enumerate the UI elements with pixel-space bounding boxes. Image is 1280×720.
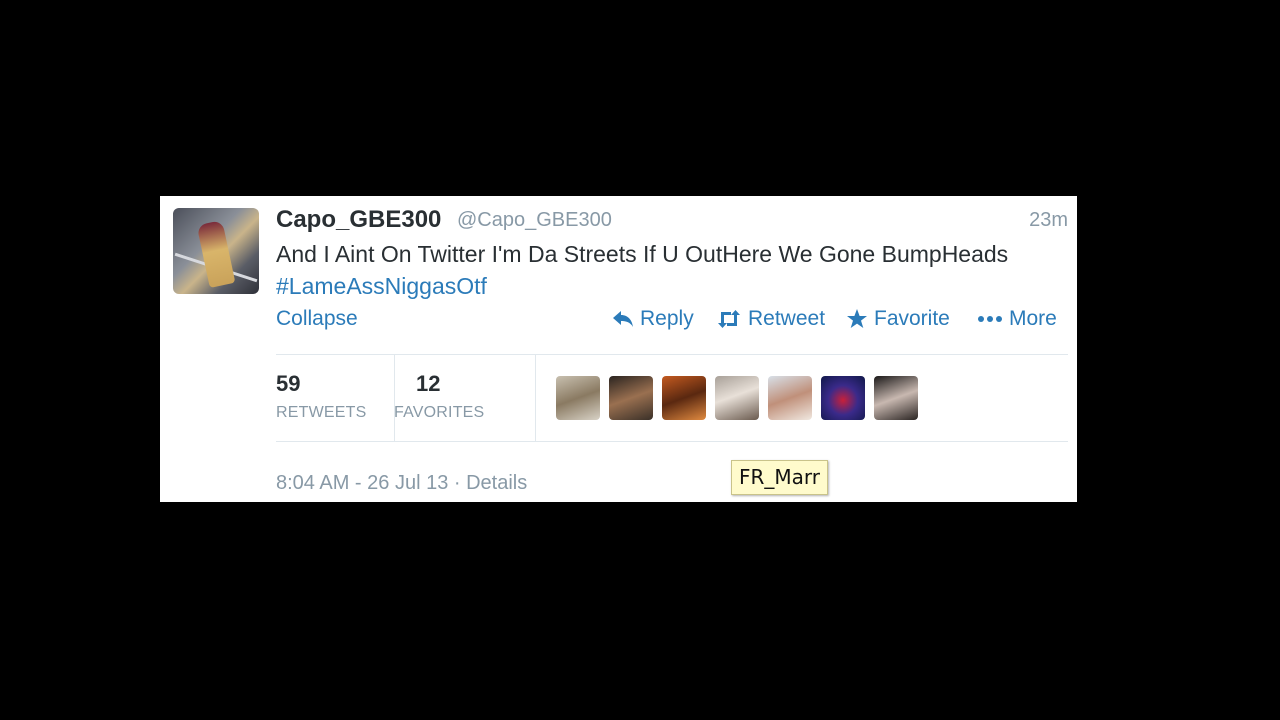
ellipsis-icon — [978, 316, 1002, 322]
favoriter-avatar[interactable] — [662, 376, 706, 420]
reply-arrow-icon — [613, 311, 633, 327]
favoriter-avatar[interactable] — [768, 376, 812, 420]
favorite-label: Favorite — [874, 307, 950, 330]
retweet-icon — [718, 310, 740, 328]
avatar-photo-figure — [196, 219, 236, 289]
more-label: More — [1009, 307, 1057, 330]
reply-label: Reply — [640, 307, 694, 330]
favoriter-avatar[interactable] — [715, 376, 759, 420]
favorite-button[interactable]: Favorite — [846, 307, 950, 331]
favoriter-avatar[interactable] — [874, 376, 918, 420]
display-name[interactable]: Capo_GBE300 — [276, 206, 441, 234]
tweet-text-body: And I Aint On Twitter I'm Da Streets If … — [276, 241, 1009, 267]
star-icon — [847, 309, 867, 328]
tweet-date-details[interactable]: 8:04 AM - 26 Jul 13 · Details — [276, 472, 527, 495]
favorites-count: 12 — [416, 371, 441, 396]
tweet-header: Capo_GBE300 @Capo_GBE300 23m — [276, 206, 1068, 236]
favoriter-avatar[interactable] — [556, 376, 600, 420]
retweets-label: RETWEETS — [276, 404, 367, 421]
tweet-stats: 59 RETWEETS 12 FAVORITES — [276, 354, 1068, 442]
username[interactable]: @Capo_GBE300 — [457, 209, 612, 232]
tweet-card: Capo_GBE300 @Capo_GBE300 23m And I Aint … — [160, 196, 1077, 502]
tweet-text: And I Aint On Twitter I'm Da Streets If … — [276, 238, 1046, 302]
favoriter-avatars — [556, 376, 918, 420]
favorites-stat[interactable]: 12 FAVORITES — [394, 355, 536, 441]
tweet-actions: Collapse Reply Retweet Favorite More — [276, 306, 1068, 334]
tweet-timestamp[interactable]: 23m — [1029, 209, 1068, 232]
favoriter-avatar[interactable] — [609, 376, 653, 420]
hover-tooltip: FR_Marr — [731, 460, 829, 495]
avatar[interactable] — [173, 208, 259, 294]
favoriter-avatar[interactable] — [821, 376, 865, 420]
retweet-label: Retweet — [748, 307, 826, 330]
collapse-link[interactable]: Collapse — [276, 307, 358, 331]
hashtag-link[interactable]: #LameAssNiggasOtf — [276, 273, 487, 299]
more-button[interactable]: More — [977, 307, 1057, 331]
retweet-button[interactable]: Retweet — [716, 307, 825, 331]
reply-button[interactable]: Reply — [612, 307, 694, 331]
retweets-count: 59 — [276, 371, 301, 396]
favorites-label: FAVORITES — [394, 404, 485, 421]
retweets-stat[interactable]: 59 RETWEETS — [276, 355, 395, 441]
